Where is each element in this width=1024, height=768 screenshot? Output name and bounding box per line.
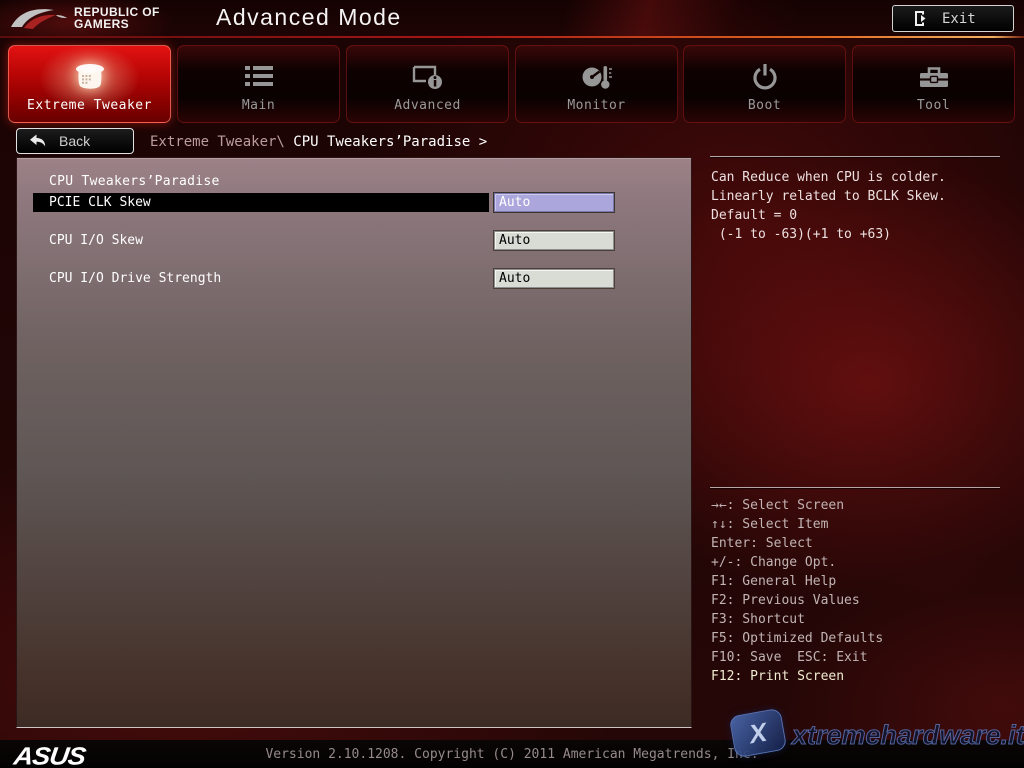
top-bar: REPUBLIC OF GAMERS Advanced Mode Exit xyxy=(0,0,1024,37)
tab-label: Main xyxy=(178,98,339,113)
tab-label: Extreme Tweaker xyxy=(9,98,170,113)
tab-main[interactable]: Main xyxy=(177,45,340,123)
help-text-line: Linearly related to BCLK Skew. xyxy=(711,187,946,206)
bios-screen: REPUBLIC OF GAMERS Advanced Mode Exit xyxy=(0,0,1024,768)
option-value-pcie-clk-skew[interactable]: Auto xyxy=(494,193,614,212)
brand-text: REPUBLIC OF GAMERS xyxy=(74,6,160,30)
tab-extreme-tweaker[interactable]: Extreme Tweaker xyxy=(8,45,171,123)
help-text-line: Can Reduce when CPU is colder. xyxy=(711,168,946,187)
option-value-cpu-io-drive-strength[interactable]: Auto xyxy=(494,269,614,288)
watermark-text: xtremehardware.it xyxy=(792,720,1024,751)
legend-line: F2: Previous Values xyxy=(711,591,860,610)
rog-logo-icon xyxy=(10,3,68,38)
accent-divider xyxy=(0,36,1024,38)
legend-line: F1: General Help xyxy=(711,572,836,591)
help-divider xyxy=(710,156,1000,157)
tab-label: Tool xyxy=(853,98,1014,113)
breadcrumb: Extreme Tweaker\ CPU Tweakers’Paradise > xyxy=(150,134,487,150)
tab-label: Monitor xyxy=(516,98,677,113)
option-row-pcie-clk-skew[interactable]: PCIE CLK Skew xyxy=(33,193,489,212)
tab-tool[interactable]: Tool xyxy=(852,45,1015,123)
legend-line: +/-: Change Opt. xyxy=(711,553,836,572)
breadcrumb-parent: Extreme Tweaker\ xyxy=(150,134,293,150)
section-title: CPU Tweakers’Paradise xyxy=(49,174,220,189)
legend-line: →←: Select Screen xyxy=(711,496,844,515)
option-row-cpu-io-skew[interactable]: CPU I/O Skew xyxy=(49,231,143,250)
legend-line: F10: Save ESC: Exit xyxy=(711,648,868,667)
back-label: Back xyxy=(59,133,90,149)
list-icon xyxy=(178,57,339,97)
legend-divider xyxy=(710,487,1000,488)
tab-advanced[interactable]: Advanced xyxy=(346,45,509,123)
monitor-gauge-icon xyxy=(516,57,677,97)
exit-label: Exit xyxy=(942,11,976,27)
tweaker-hat-icon xyxy=(9,57,170,97)
breadcrumb-current: CPU Tweakers’Paradise > xyxy=(293,134,487,150)
legend-line: F3: Shortcut xyxy=(711,610,805,629)
help-text-line: (-1 to -63)(+1 to +63) xyxy=(711,225,891,244)
back-arrow-icon xyxy=(29,134,46,148)
tab-label: Boot xyxy=(684,98,845,113)
legend-line: F5: Optimized Defaults xyxy=(711,629,883,648)
legend-line: ↑↓: Select Item xyxy=(711,515,828,534)
option-row-cpu-io-drive-strength[interactable]: CPU I/O Drive Strength xyxy=(49,269,221,288)
exit-button[interactable]: Exit xyxy=(892,5,1014,32)
mode-title: Advanced Mode xyxy=(216,4,402,31)
advanced-info-icon xyxy=(347,57,508,97)
legend-line-highlighted: F12: Print Screen xyxy=(711,667,844,686)
power-icon xyxy=(684,57,845,97)
tab-boot[interactable]: Boot xyxy=(683,45,846,123)
brand-line2: GAMERS xyxy=(74,18,160,30)
tab-label: Advanced xyxy=(347,98,508,113)
help-text-line: Default = 0 xyxy=(711,206,797,225)
watermark: X xtremehardware.it xyxy=(726,708,1022,758)
back-button[interactable]: Back xyxy=(16,128,134,154)
exit-door-icon xyxy=(913,10,928,27)
watermark-x-badge: X xyxy=(729,708,788,758)
settings-panel: CPU Tweakers’Paradise PCIE CLK Skew Auto… xyxy=(16,157,692,728)
toolbox-icon xyxy=(853,57,1014,97)
legend-line: Enter: Select xyxy=(711,534,813,553)
option-value-cpu-io-skew[interactable]: Auto xyxy=(494,231,614,250)
tab-monitor[interactable]: Monitor xyxy=(515,45,678,123)
